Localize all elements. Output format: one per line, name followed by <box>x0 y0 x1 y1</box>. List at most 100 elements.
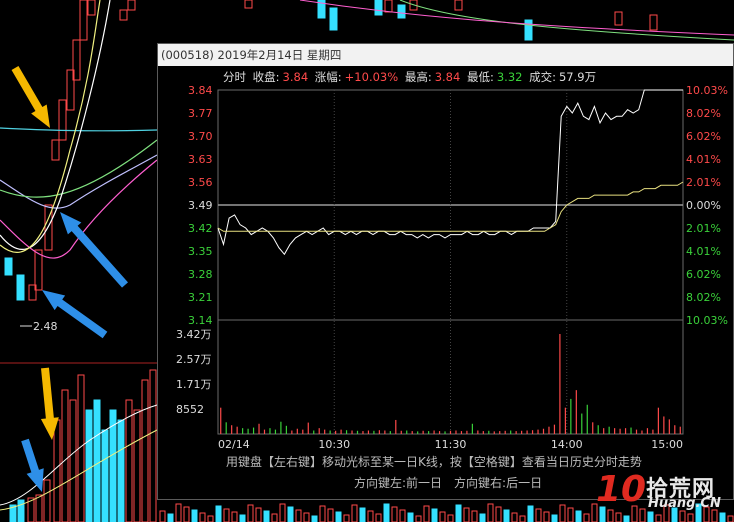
volume-tick: 3.42万 <box>176 328 212 341</box>
y-tick-right: 4.01% <box>686 245 721 258</box>
y-tick-right: 0.00% <box>686 199 721 212</box>
direction-hint: 方向键左:前一日 方向键右:后一日 <box>354 476 543 490</box>
y-tick-right: 2.01% <box>686 176 721 189</box>
volume-bar-bg <box>61 389 69 522</box>
volume-bar-bg <box>207 515 214 522</box>
low-price-label: 2.48 <box>33 320 58 333</box>
high-value: 3.84 <box>434 70 461 84</box>
volume-bar-bg <box>487 503 494 522</box>
volume-bar-bg <box>439 511 446 522</box>
volume-bar-bg <box>133 409 141 522</box>
y-tick-right: 8.02% <box>686 291 721 304</box>
intraday-chart: 3.84 10.03% 3.77 8.02% 3.70 6.02% 3.63 4.01% 3.5… <box>176 84 728 451</box>
volume-bar-bg <box>295 509 302 522</box>
kline-candle <box>16 274 25 301</box>
volume-bar-bg <box>69 399 77 522</box>
low-value: 3.32 <box>496 70 523 84</box>
volume-bar-bg <box>149 369 157 522</box>
y-tick-right: 8.02% <box>686 107 721 120</box>
change-label: 涨幅: <box>314 70 342 84</box>
stats-bar: 分时 收盘: 3.84 涨幅: +10.03% 最高: 3.84 最低: 3.32 成交… <box>223 69 599 85</box>
y-tick-left: 3.42 <box>188 222 213 235</box>
kline-candle <box>87 0 96 16</box>
volume-bar-bg <box>383 503 390 522</box>
y-tick-right: 6.02% <box>686 268 721 281</box>
volume-bar-bg <box>575 510 582 522</box>
volume-bar-bg <box>367 510 374 522</box>
y-tick-right: 10.03% <box>686 314 728 327</box>
x-tick: 15:00 <box>651 438 683 451</box>
volume-bar-bg <box>399 509 406 522</box>
kline-candle <box>384 0 393 13</box>
y-tick-left: 3.21 <box>188 291 213 304</box>
volume-bar-bg <box>85 409 93 522</box>
ma-line <box>0 127 158 132</box>
x-tick: 10:30 <box>318 438 350 451</box>
x-tick: 14:00 <box>551 438 583 451</box>
kline-candle <box>614 11 623 26</box>
kline-candle <box>34 249 43 291</box>
volume-bar-bg <box>351 504 358 522</box>
volume-bar-bg <box>239 514 246 522</box>
ma-line <box>0 0 101 253</box>
volume-bar-bg <box>101 429 109 522</box>
y-tick-left: 3.56 <box>188 176 213 189</box>
ma-line <box>299 0 734 36</box>
volume-bar-bg <box>463 507 470 522</box>
volume-bar-bg <box>543 511 550 522</box>
y-tick-left: 3.77 <box>188 107 213 120</box>
intraday-popup-window[interactable]: (000518) 2019年2月14日 星期四 3.84 10.03% 3.77 8.… <box>157 43 734 500</box>
volume-bar-bg <box>271 513 278 522</box>
volume-bar-bg <box>527 505 534 522</box>
volume-bar-bg <box>175 503 182 522</box>
volume-bar-bg <box>415 515 422 522</box>
kline-candle <box>374 0 383 16</box>
blue-arrow-icon <box>21 438 44 492</box>
volume-bar-bg <box>215 505 222 522</box>
y-tick-right: 2.01% <box>686 222 721 235</box>
y-tick-left: 3.35 <box>188 245 213 258</box>
volume-bar-bg <box>17 499 25 522</box>
watermark-domain: Huang.CN <box>648 496 721 511</box>
volume-bar-bg <box>231 511 238 522</box>
volume-bar-bg <box>287 506 294 522</box>
kline-candle <box>454 0 463 11</box>
yellow-arrow-icon <box>40 367 59 440</box>
volume-bar-bg <box>503 509 510 522</box>
volume-bar-bg <box>247 504 254 522</box>
ma-line <box>0 0 111 251</box>
y-tick-left: 3.84 <box>188 84 213 97</box>
volume-bar-bg <box>223 508 230 522</box>
y-tick-right: 4.01% <box>686 153 721 166</box>
volume-bar-bg <box>183 506 190 522</box>
stats-label: 分时 <box>223 70 246 84</box>
volume-bar-bg <box>375 513 382 522</box>
kline-candle <box>524 19 533 41</box>
volume-bar-bg <box>93 399 101 522</box>
ma-line <box>0 159 158 259</box>
volume-bar-bg <box>431 508 438 522</box>
volume-label: 成交: <box>529 70 556 84</box>
ma-line <box>0 139 158 198</box>
volume-bar-bg <box>391 506 398 522</box>
kline-candle <box>58 99 67 141</box>
volume-bar-bg <box>479 513 486 522</box>
y-tick-right: 10.03% <box>686 84 728 97</box>
watermark-number: 10 <box>596 469 647 510</box>
volume-bar-bg <box>423 505 430 522</box>
volume-bar-bg <box>511 512 518 522</box>
volume-value: 57.9万 <box>558 70 597 84</box>
volume-bar-bg <box>407 512 414 522</box>
volume-bar-bg <box>455 504 462 522</box>
kline-candle <box>79 0 88 41</box>
kline-candle <box>4 257 13 276</box>
volume-bar-bg <box>199 512 206 522</box>
volume-bar-bg <box>327 508 334 522</box>
kline-candle <box>649 14 658 31</box>
volume-bar-bg <box>191 509 198 522</box>
low-label: 最低: <box>466 70 494 84</box>
volume-bar-bg <box>279 503 286 522</box>
volume-bar-bg <box>319 505 326 522</box>
kline-candle <box>329 7 338 31</box>
volume-bar-bg <box>167 513 174 522</box>
